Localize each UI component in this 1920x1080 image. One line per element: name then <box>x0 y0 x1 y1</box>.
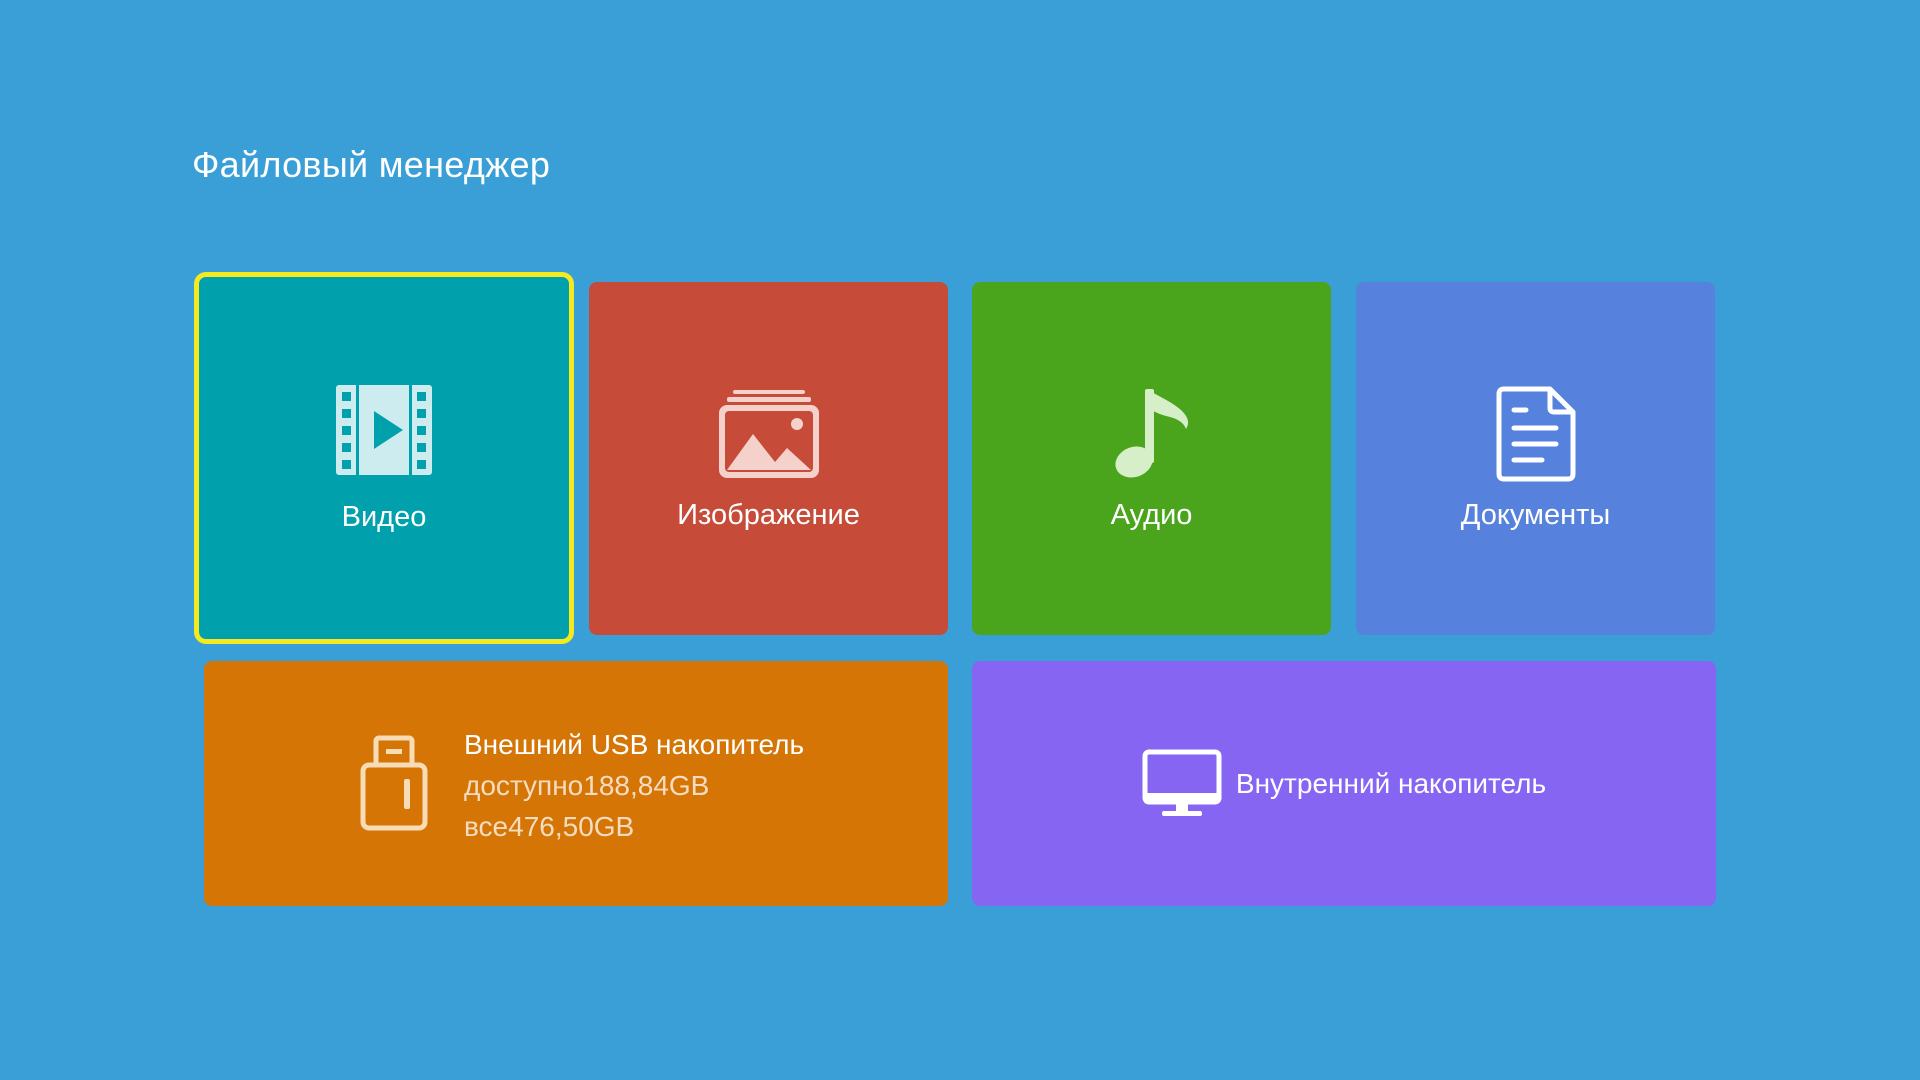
category-tile-video[interactable]: Видео <box>194 272 574 644</box>
category-tile-image[interactable]: Изображение <box>589 282 948 635</box>
usb-drive-icon <box>360 735 428 831</box>
category-tile-audio[interactable]: Аудио <box>972 282 1331 635</box>
internal-storage-name: Внутренний накопитель <box>1235 767 1547 799</box>
category-label: Аудио <box>1110 498 1193 531</box>
document-icon <box>1484 385 1588 483</box>
storage-tile-internal[interactable]: Внутренний накопитель <box>972 661 1716 906</box>
monitor-icon <box>1142 749 1222 819</box>
category-label: Изображение <box>677 498 860 531</box>
storage-tile-usb[interactable]: Внешний USB накопитель доступно188,84GB … <box>204 661 948 906</box>
usb-storage-total: все476,50GB <box>464 811 635 842</box>
usb-storage-name: Внешний USB накопитель <box>464 729 805 760</box>
film-icon <box>332 381 436 479</box>
usb-storage-available: доступно188,84GB <box>464 770 710 801</box>
music-note-icon <box>1100 385 1204 483</box>
picture-icon <box>717 385 821 483</box>
category-tile-documents[interactable]: Документы <box>1356 282 1715 635</box>
page-title: Файловый менеджер <box>192 144 551 185</box>
category-label: Документы <box>1460 498 1611 531</box>
category-label: Видео <box>341 501 427 533</box>
